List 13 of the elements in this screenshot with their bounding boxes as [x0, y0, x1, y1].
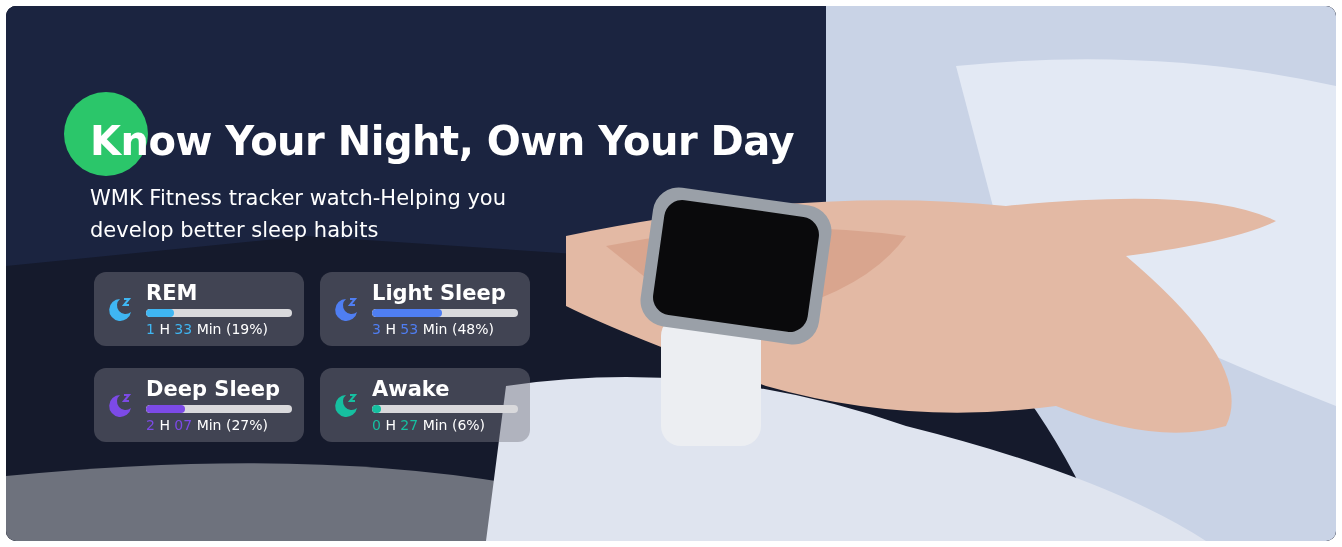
subtitle: WMK Fitness tracker watch-Helping you develop better sleep habits: [90, 185, 507, 244]
stage-name: Deep Sleep: [146, 377, 282, 401]
duration-text: 0 H 27 Min (6%): [372, 417, 487, 433]
stage-name: Light Sleep: [372, 281, 507, 305]
moon-icon: [332, 391, 360, 419]
duration-text: 3 H 53 Min (48%): [372, 321, 495, 337]
stage-name: REM: [146, 281, 199, 305]
stage-name: Awake: [372, 377, 451, 401]
duration-text: 1 H 33 Min (19%): [146, 321, 269, 337]
moon-icon: [106, 391, 134, 419]
duration-text: 2 H 07 Min (27%): [146, 417, 269, 433]
moon-icon: [332, 295, 360, 323]
moon-icon: [106, 295, 134, 323]
